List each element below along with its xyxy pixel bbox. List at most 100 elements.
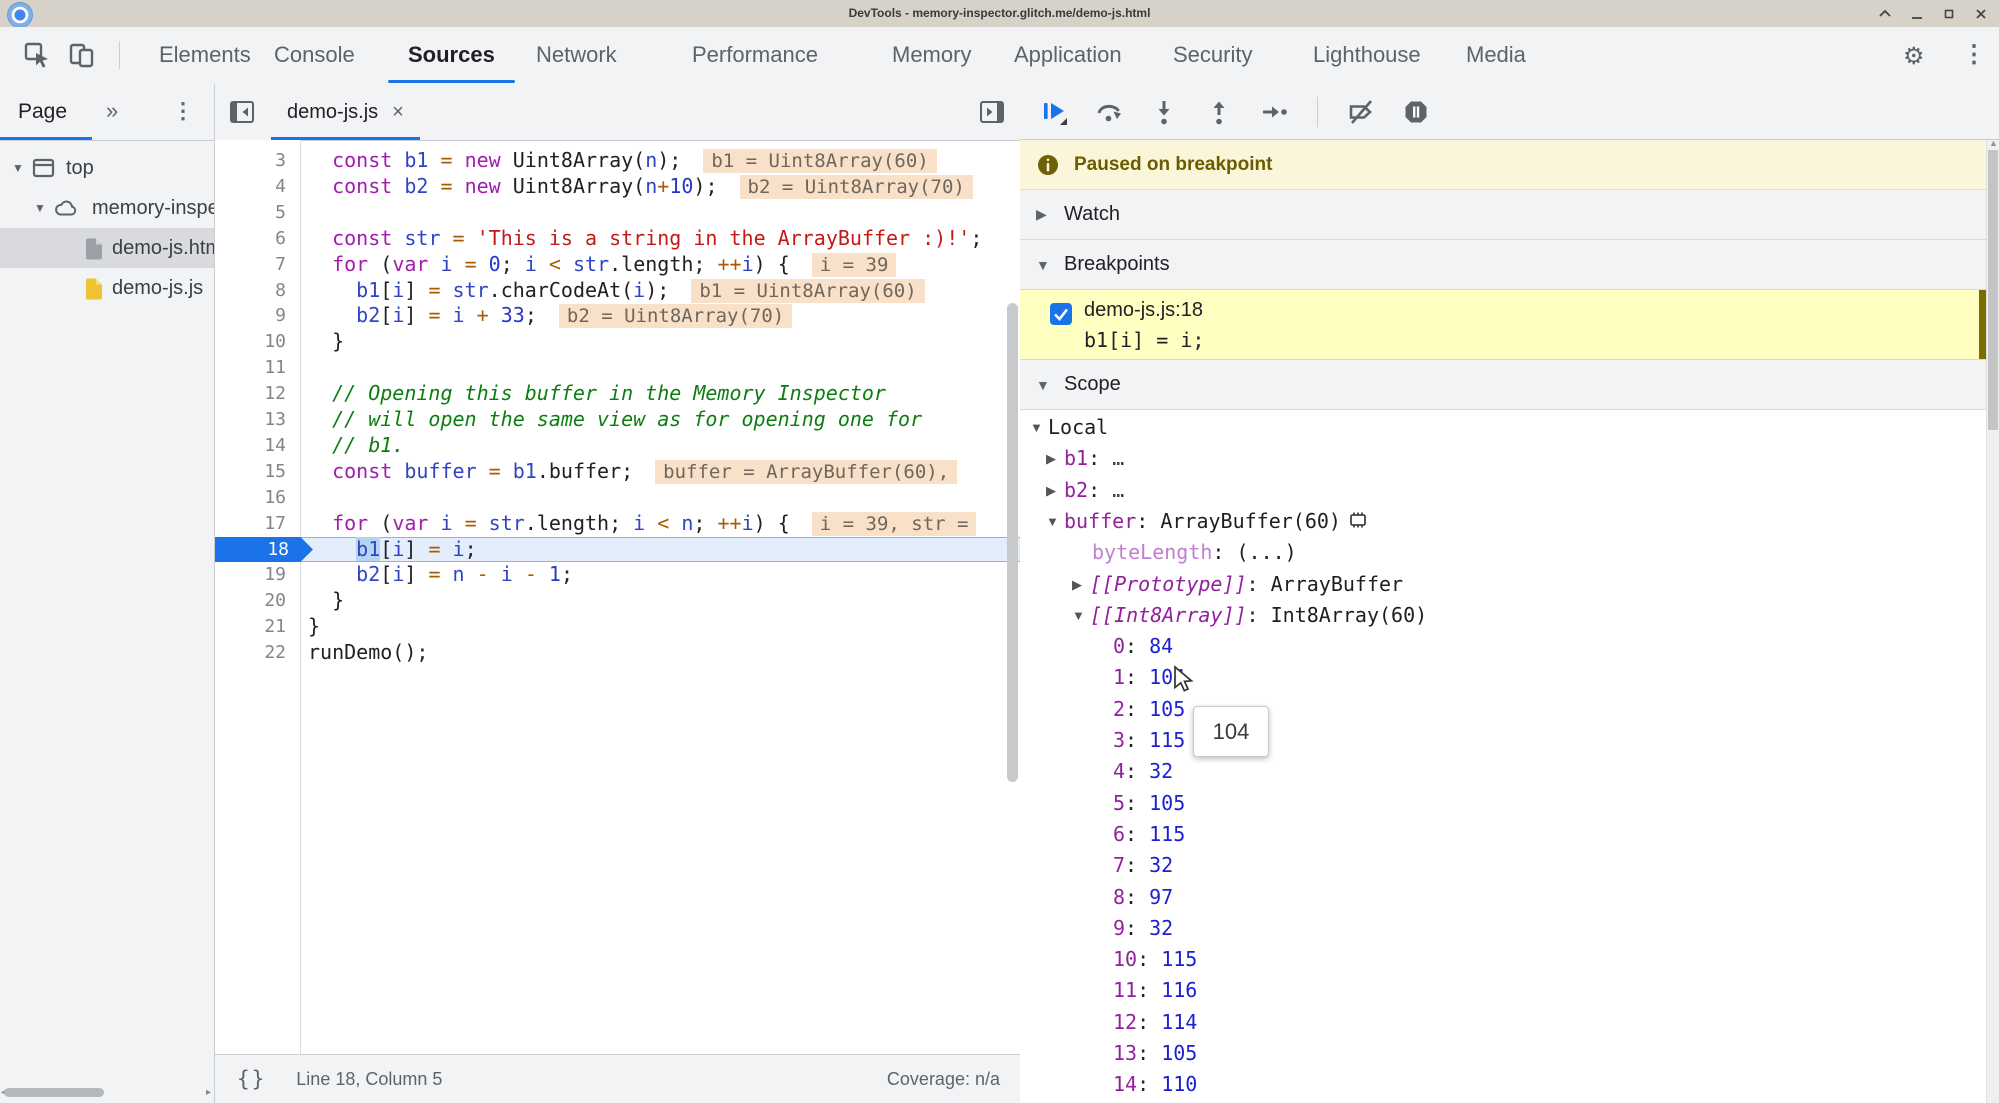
code-text[interactable]: b2[i] = i + 33; b2 = Uint8Array(70) — [300, 303, 793, 330]
scope-row-11[interactable]: 11: 116 — [1020, 975, 1986, 1006]
line-number[interactable]: 8 — [215, 278, 300, 304]
collapse-icon[interactable]: ▼ — [1036, 377, 1052, 393]
tab-network[interactable]: Network — [516, 27, 637, 83]
code-line-19[interactable]: 19 b2[i] = n - i - 1; — [215, 562, 1020, 588]
line-number[interactable]: 21 — [215, 614, 300, 640]
scope-row-5[interactable]: 5: 105 — [1020, 788, 1986, 819]
line-number[interactable]: 12 — [215, 381, 300, 407]
minimize-icon[interactable] — [1909, 6, 1925, 22]
code-text[interactable]: // Opening this buffer in the Memory Ins… — [300, 381, 886, 407]
line-number[interactable]: 5 — [215, 200, 300, 226]
deactivate-breakpoints-button[interactable] — [1347, 98, 1375, 126]
scope-row-1[interactable]: 1: 104 — [1020, 662, 1986, 693]
tab-application[interactable]: Application — [994, 27, 1142, 83]
line-number[interactable]: 7 — [215, 252, 300, 278]
code-line-14[interactable]: 14 // b1. — [215, 433, 1020, 459]
code-line-13[interactable]: 13 // will open the same view as for ope… — [215, 407, 1020, 433]
navigator-menu-icon[interactable]: ⋮ — [172, 84, 194, 140]
step-into-button[interactable] — [1150, 98, 1178, 126]
expand-icon[interactable]: ▶ — [1072, 569, 1082, 600]
line-number[interactable]: 20 — [215, 588, 300, 614]
code-line-18[interactable]: 18 b1[i] = i; — [215, 536, 1020, 563]
tab-console[interactable]: Console — [254, 27, 375, 83]
scope-row-12[interactable]: 12: 114 — [1020, 1007, 1986, 1038]
scope-row-13[interactable]: 13: 105 — [1020, 1038, 1986, 1069]
code-line-22[interactable]: 22 runDemo(); — [215, 640, 1020, 666]
code-line-20[interactable]: 20 } — [215, 588, 1020, 614]
scroll-up-icon[interactable]: ▲ — [1989, 138, 1998, 148]
code-line-21[interactable]: 21} — [215, 614, 1020, 640]
scroll-right-icon[interactable]: ▸ — [206, 1087, 211, 1098]
kebab-menu-icon[interactable]: ⋮ — [1962, 40, 1986, 69]
code-line-8[interactable]: 8 b1[i] = str.charCodeAt(i); b1 = Uint8Ar… — [215, 278, 1020, 304]
gear-icon[interactable]: ⚙ — [1903, 42, 1925, 71]
tree-item-memory-inspector-glitch-me[interactable]: ▼ memory-inspector.glitch.me — [0, 188, 214, 228]
code-text[interactable]: for (var i = str.length; i < n; ++i) {i … — [300, 511, 977, 538]
breakpoint-entry[interactable]: demo-js.js:18 b1[i] = i; — [1020, 290, 1999, 360]
scope-row-3[interactable]: 3: 115 — [1020, 725, 1986, 756]
code-line-5[interactable]: 5 — [215, 200, 1020, 226]
step-out-button[interactable] — [1205, 98, 1233, 126]
scope-row-14[interactable]: 14: 110 — [1020, 1069, 1986, 1100]
tab-sources[interactable]: Sources — [388, 27, 515, 83]
expand-icon[interactable]: ▶ — [1046, 475, 1056, 506]
scrollbar-thumb[interactable] — [1988, 150, 1998, 430]
step-over-button[interactable] — [1095, 98, 1123, 126]
scope-row-2[interactable]: 2: 105 — [1020, 694, 1986, 725]
scope-row-10[interactable]: 10: 115 — [1020, 944, 1986, 975]
code-text[interactable]: const str = 'This is a string in the Arr… — [300, 226, 982, 252]
code-text[interactable]: b1[i] = str.charCodeAt(i); b1 = Uint8Arra… — [300, 278, 925, 305]
code-line-15[interactable]: 15 const buffer = b1.buffer; buffer = Arr… — [215, 459, 1020, 485]
code-line-12[interactable]: 12 // Opening this buffer in the Memory … — [215, 381, 1020, 407]
collapse-icon[interactable]: ▼ — [1046, 506, 1059, 537]
code-line-7[interactable]: 7 for (var i = 0; i < str.length; ++i) {… — [215, 252, 1020, 278]
resume-button[interactable] — [1040, 98, 1068, 126]
code-text[interactable]: } — [300, 614, 320, 640]
scope-row-8[interactable]: 8: 97 — [1020, 882, 1986, 913]
expand-icon[interactable]: ▶ — [1036, 206, 1052, 223]
code-text[interactable]: } — [300, 329, 344, 355]
close-icon[interactable] — [1973, 6, 1989, 22]
line-number[interactable]: 17 — [215, 511, 300, 537]
section-breakpoints[interactable]: ▼ Breakpoints — [1020, 240, 1999, 290]
execution-line-marker[interactable]: 18 — [215, 536, 313, 563]
line-number[interactable]: 16 — [215, 485, 300, 511]
scrollbar-thumb[interactable] — [4, 1088, 104, 1097]
section-watch[interactable]: ▶ Watch — [1020, 190, 1999, 240]
line-number[interactable]: 19 — [215, 562, 300, 588]
line-number[interactable]: 15 — [215, 459, 300, 485]
code-text[interactable]: } — [300, 588, 344, 614]
scope-row-0[interactable]: 0: 84 — [1020, 631, 1986, 662]
scope-row-buffer[interactable]: ▼ buffer: ArrayBuffer(60) — [1020, 506, 1986, 537]
scope-row-6[interactable]: 6: 115 — [1020, 819, 1986, 850]
scope-row-4[interactable]: 4: 32 — [1020, 756, 1986, 787]
line-number[interactable]: 22 — [215, 640, 300, 666]
tab-media[interactable]: Media — [1446, 27, 1546, 83]
collapse-icon[interactable]: ▼ — [12, 148, 24, 188]
line-number[interactable]: 6 — [215, 226, 300, 252]
line-number[interactable]: 11 — [215, 355, 300, 381]
tab-memory[interactable]: Memory — [872, 27, 991, 83]
line-number[interactable]: 9 — [215, 303, 300, 329]
scope-row-b1[interactable]: ▶ b1: … — [1020, 443, 1986, 474]
tree-item-demo-js-js[interactable]: demo-js.js — [0, 268, 214, 308]
tab-demo-js-js[interactable]: demo-js.js × — [271, 84, 420, 140]
scope-row-b2[interactable]: ▶ b2: … — [1020, 475, 1986, 506]
pause-exceptions-button[interactable] — [1402, 98, 1430, 126]
collapse-icon[interactable]: ▼ — [1036, 257, 1052, 273]
breakpoint-checkbox[interactable] — [1050, 303, 1072, 325]
code-text[interactable]: runDemo(); — [300, 640, 428, 666]
line-number[interactable]: 10 — [215, 329, 300, 355]
tab-security[interactable]: Security — [1153, 27, 1272, 83]
code-line-17[interactable]: 17 for (var i = str.length; i < n; ++i) … — [215, 511, 1020, 537]
pretty-print-icon[interactable]: {} — [237, 1067, 266, 1091]
maximize-icon[interactable] — [1941, 6, 1957, 22]
close-tab-icon[interactable]: × — [392, 101, 404, 124]
scope-row-prototype[interactable]: ▶ [[Prototype]]: ArrayBuffer — [1020, 569, 1986, 600]
line-number[interactable]: 3 — [215, 148, 300, 174]
scope-row-local[interactable]: ▼ Local — [1020, 412, 1986, 443]
code-line-4[interactable]: 4 const b2 = new Uint8Array(n+10); b2 = U… — [215, 174, 1020, 200]
code-text[interactable]: b1[i] = i; — [300, 536, 477, 563]
expand-icon[interactable]: ▶ — [1046, 443, 1056, 474]
more-tabs-icon[interactable]: » — [106, 84, 118, 140]
